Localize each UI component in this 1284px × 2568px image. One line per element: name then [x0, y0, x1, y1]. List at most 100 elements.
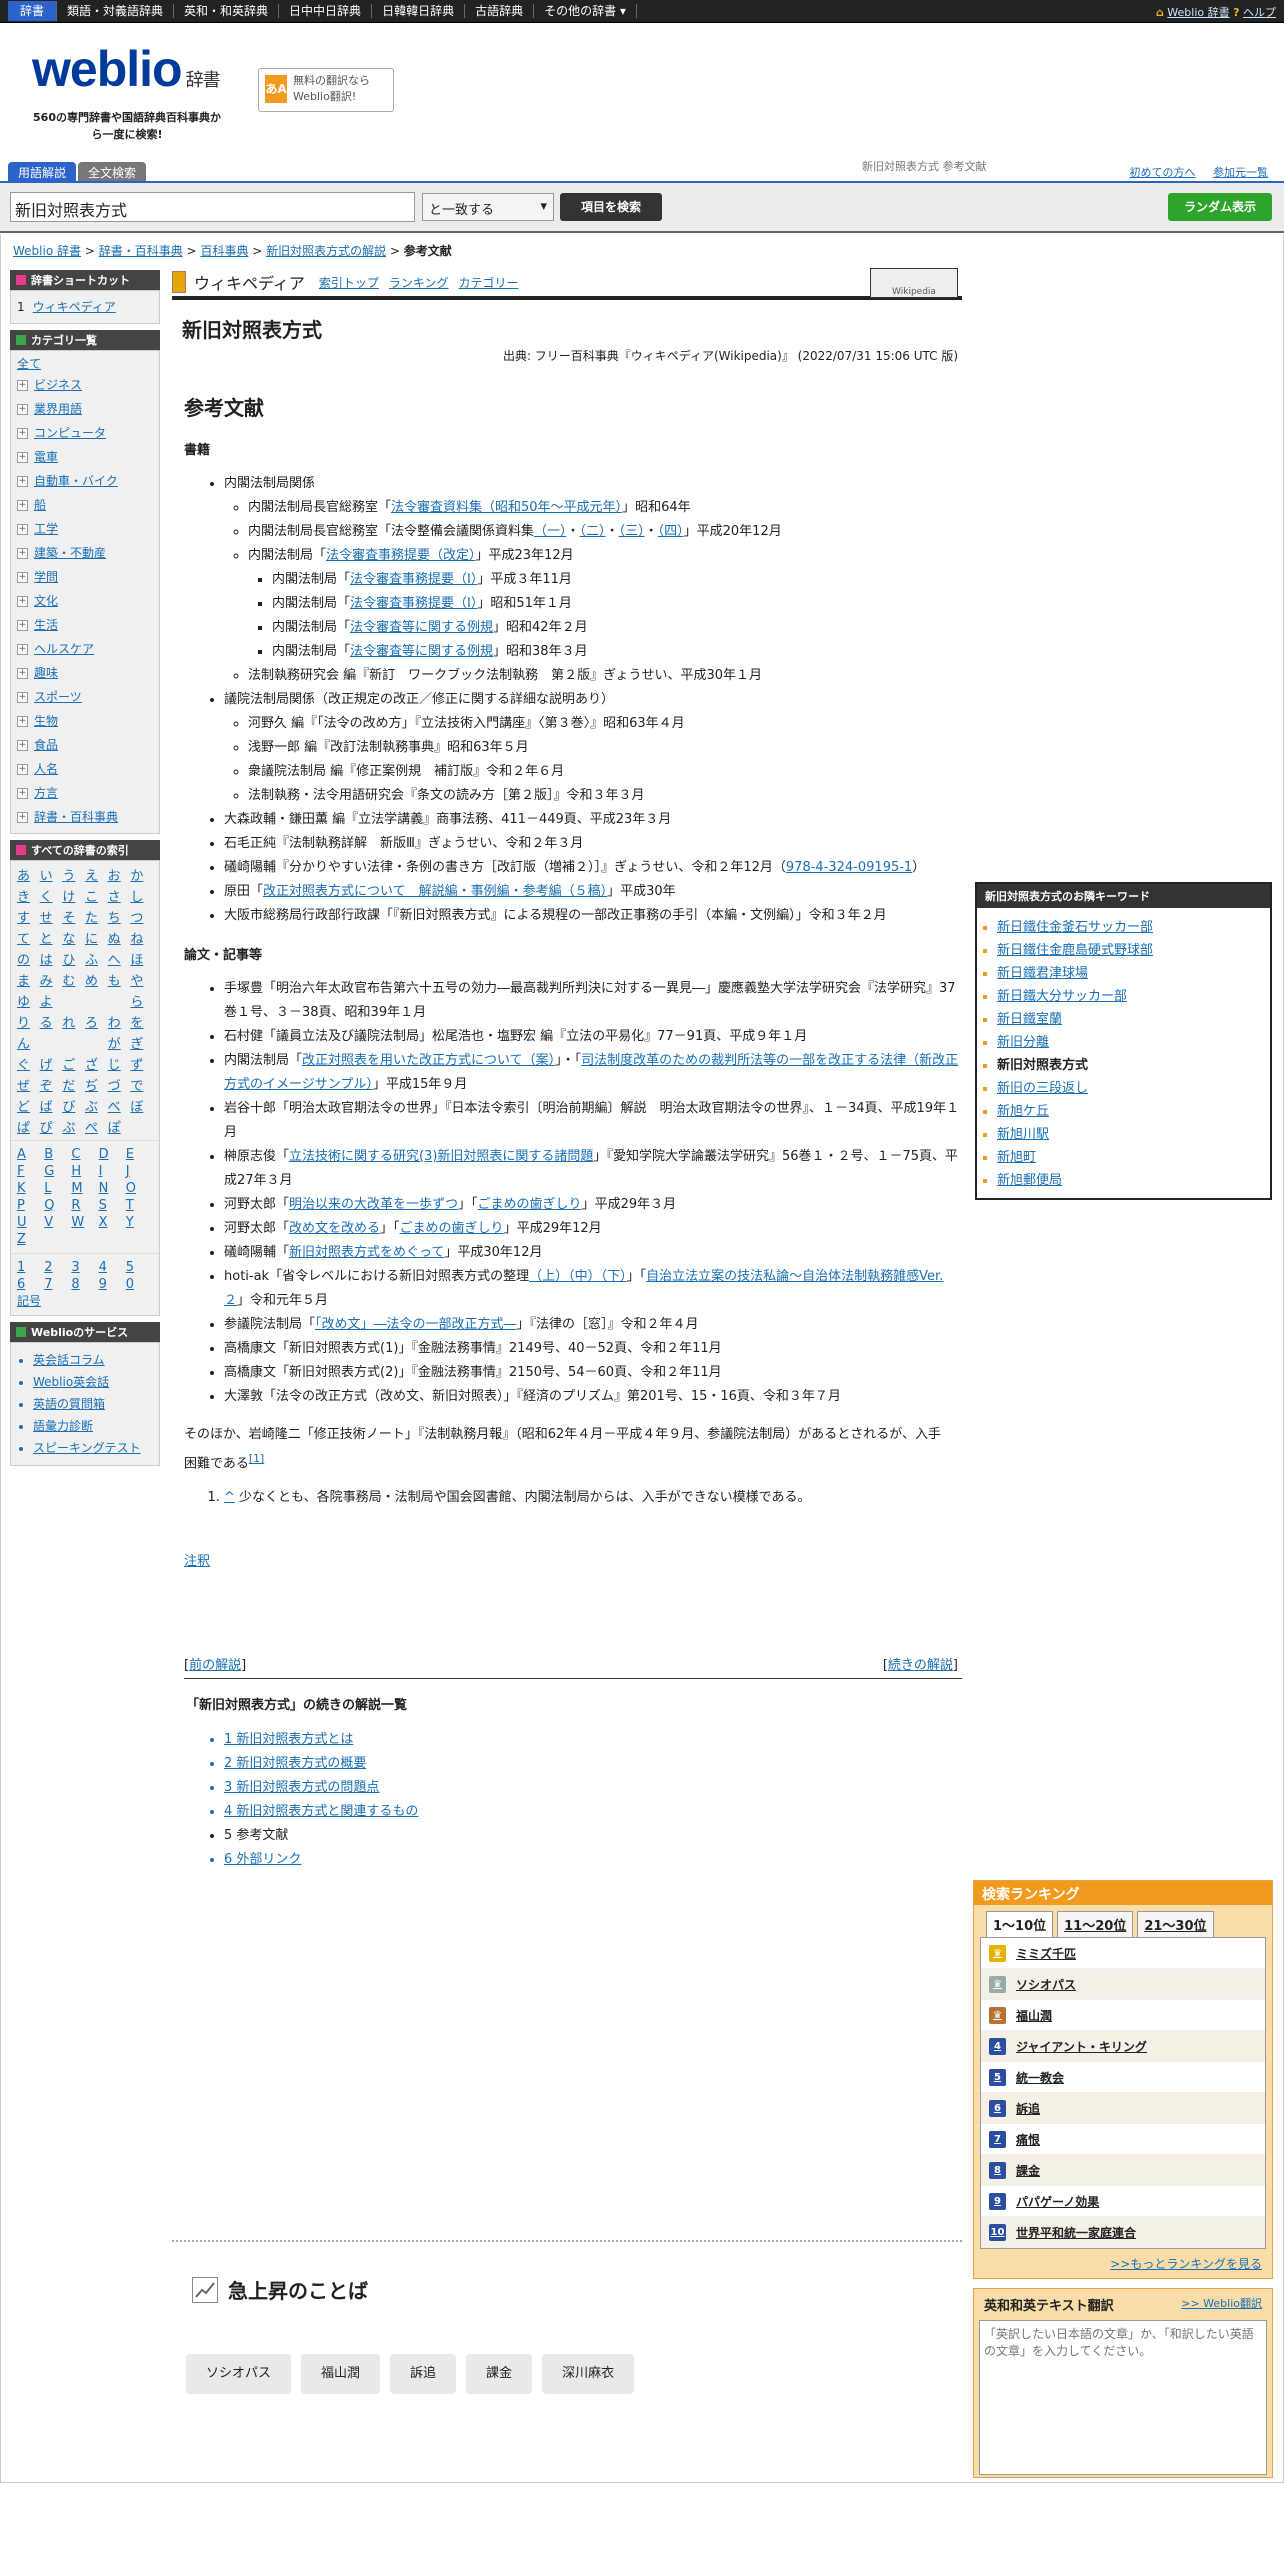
digit-index-item[interactable]: 5 [126, 1260, 153, 1275]
kana-index-item[interactable]: こ [85, 886, 108, 905]
digit-index-item[interactable]: 0 [126, 1277, 153, 1292]
category-item[interactable]: + 工学 [17, 517, 153, 541]
category-item[interactable]: + 趣味 [17, 661, 153, 685]
participants-link[interactable]: 参加元一覧 [1213, 166, 1268, 179]
category-item[interactable]: + 生物 [17, 709, 153, 733]
expand-icon[interactable]: + [17, 427, 28, 439]
kana-index-item[interactable]: ざ [85, 1054, 108, 1073]
kana-index-item[interactable]: の [17, 949, 40, 968]
expand-icon[interactable]: + [17, 403, 28, 415]
paper-link[interactable]: 「改め文」―法令の一部改正方式― [315, 1317, 517, 1332]
expand-icon[interactable]: + [17, 379, 28, 391]
digit-index-item[interactable]: 6 [17, 1277, 44, 1292]
kana-index-item[interactable]: は [40, 949, 63, 968]
category-label[interactable]: 生物 [34, 709, 58, 733]
neighbor-keyword[interactable]: 新旧の三段返し [997, 1077, 1260, 1100]
kana-index-item[interactable]: ぴ [40, 1117, 63, 1136]
ranking-term[interactable]: パパゲーノ効果 [1016, 2193, 1099, 2210]
kana-index-item[interactable]: し [130, 886, 153, 905]
continued-item[interactable]: 6 外部リンク [224, 1848, 418, 1872]
expand-icon[interactable]: + [17, 643, 28, 655]
kana-index-item[interactable]: き [17, 886, 40, 905]
weblio-translate-link[interactable]: >> Weblio翻訳 [1181, 2295, 1262, 2314]
digit-index-item[interactable]: 7 [44, 1277, 71, 1292]
nav-tab-korean[interactable]: 日韓韓日辞典 [372, 4, 466, 18]
kana-index-item[interactable]: で [130, 1075, 153, 1094]
alpha-index-item[interactable]: K [17, 1181, 44, 1196]
match-select[interactable]: と一致する ▾ [422, 193, 554, 221]
kana-index-item[interactable]: て [17, 928, 40, 947]
kana-index-item[interactable]: め [85, 970, 108, 989]
kana-index-item[interactable]: げ [40, 1054, 63, 1073]
expand-icon[interactable]: + [17, 571, 28, 583]
kana-index-item[interactable]: み [40, 970, 63, 989]
book-link[interactable]: 法令審査事務提要（Ⅰ） [350, 596, 477, 611]
kana-index-item[interactable]: だ [62, 1075, 85, 1094]
paper-link[interactable]: （上） [529, 1269, 568, 1284]
category-item[interactable]: + 電車 [17, 445, 153, 469]
alpha-index-item[interactable]: W [71, 1215, 98, 1230]
nav-tab-english[interactable]: 英和・和英辞典 [174, 4, 280, 18]
rising-word-chip[interactable]: 福山潤 [301, 2354, 381, 2394]
tab-fulltext[interactable]: 全文検索 [78, 162, 147, 183]
symbol-index[interactable]: 記号 [11, 1292, 159, 1315]
ranking-term[interactable]: 福山潤 [1016, 2007, 1052, 2024]
next-link[interactable]: 続きの解説 [888, 1658, 953, 1673]
shortcut-label[interactable]: ウィキペディア [33, 295, 116, 319]
category-item[interactable]: + 船 [17, 493, 153, 517]
kana-index-item[interactable]: く [40, 886, 63, 905]
category-label[interactable]: 辞書・百科事典 [34, 805, 118, 829]
kana-index-item[interactable]: ど [17, 1096, 40, 1115]
neighbor-keyword[interactable]: 新旭川駅 [997, 1123, 1260, 1146]
alpha-index-item[interactable]: E [126, 1147, 153, 1162]
category-label[interactable]: 人名 [34, 757, 58, 781]
continued-item[interactable]: 4 新旧対照表方式と関連するもの [224, 1800, 418, 1824]
alpha-index-item[interactable]: U [17, 1215, 44, 1230]
expand-icon[interactable]: + [17, 451, 28, 463]
book-link[interactable]: 改正対照表方式について 解説編・事例編・参考編（５稿） [263, 884, 607, 899]
wiki-ranking-link[interactable]: ランキング [389, 274, 449, 291]
wiki-index-link[interactable]: 索引トップ [319, 274, 379, 291]
nav-tab-thesaurus[interactable]: 類語・対義語辞典 [57, 4, 175, 18]
category-label[interactable]: ビジネス [34, 373, 82, 397]
kana-index-item[interactable]: ご [62, 1054, 85, 1073]
shortcut-item[interactable]: 1 ウィキペディア [17, 295, 153, 319]
kana-index-item[interactable]: ば [40, 1096, 63, 1115]
book-link[interactable]: 法令審査等に関する例規 [350, 620, 493, 635]
continued-item[interactable]: 3 新旧対照表方式の問題点 [224, 1776, 418, 1800]
category-item[interactable]: + 文化 [17, 589, 153, 613]
kana-index-item[interactable]: ぱ [17, 1117, 40, 1136]
kana-index-item[interactable]: に [85, 928, 108, 947]
nav-tab-dictionary[interactable]: 辞書 [8, 1, 58, 21]
neighbor-keyword[interactable]: 新日鐵君津球場 [997, 962, 1260, 985]
alpha-index-item[interactable]: L [44, 1181, 71, 1196]
expand-icon[interactable]: + [17, 763, 28, 775]
alpha-index-item[interactable]: R [71, 1198, 98, 1213]
kana-index-item[interactable]: お [108, 865, 131, 884]
alpha-index-item[interactable]: Y [126, 1215, 153, 1230]
kana-index-item[interactable]: か [130, 865, 153, 884]
category-item[interactable]: + ビジネス [17, 373, 153, 397]
kana-index-item[interactable]: い [40, 865, 63, 884]
nav-tab-other[interactable]: その他の辞書 ▾ [534, 4, 637, 18]
kana-index-item[interactable]: ふ [85, 949, 108, 968]
alpha-index-item[interactable]: D [99, 1147, 126, 1162]
paper-link[interactable]: 新旧対照表方式をめぐって [289, 1245, 444, 1260]
rising-word-chip[interactable]: 課金 [466, 2354, 533, 2394]
ranking-row[interactable]: 10 世界平和統一家庭連合 [981, 2217, 1265, 2248]
category-label[interactable]: 船 [34, 493, 46, 517]
category-item[interactable]: + スポーツ [17, 685, 153, 709]
beginner-link[interactable]: 初めての方へ [1130, 166, 1196, 179]
digit-index-item[interactable]: 9 [99, 1277, 126, 1292]
nav-tab-chinese[interactable]: 日中中日辞典 [279, 4, 373, 18]
category-item[interactable]: + 辞書・百科事典 [17, 805, 153, 829]
expand-icon[interactable]: + [17, 595, 28, 607]
kana-index-item[interactable]: む [62, 970, 85, 989]
service-link[interactable]: スピーキングテスト [33, 1437, 153, 1459]
digit-index-item[interactable]: 4 [99, 1260, 126, 1275]
service-link[interactable]: 英会話コラム [33, 1349, 153, 1371]
expand-icon[interactable]: + [17, 619, 28, 631]
expand-icon[interactable]: + [17, 715, 28, 727]
kana-index-item[interactable]: つ [130, 907, 153, 926]
wiki-category-link[interactable]: カテゴリー [459, 274, 519, 291]
